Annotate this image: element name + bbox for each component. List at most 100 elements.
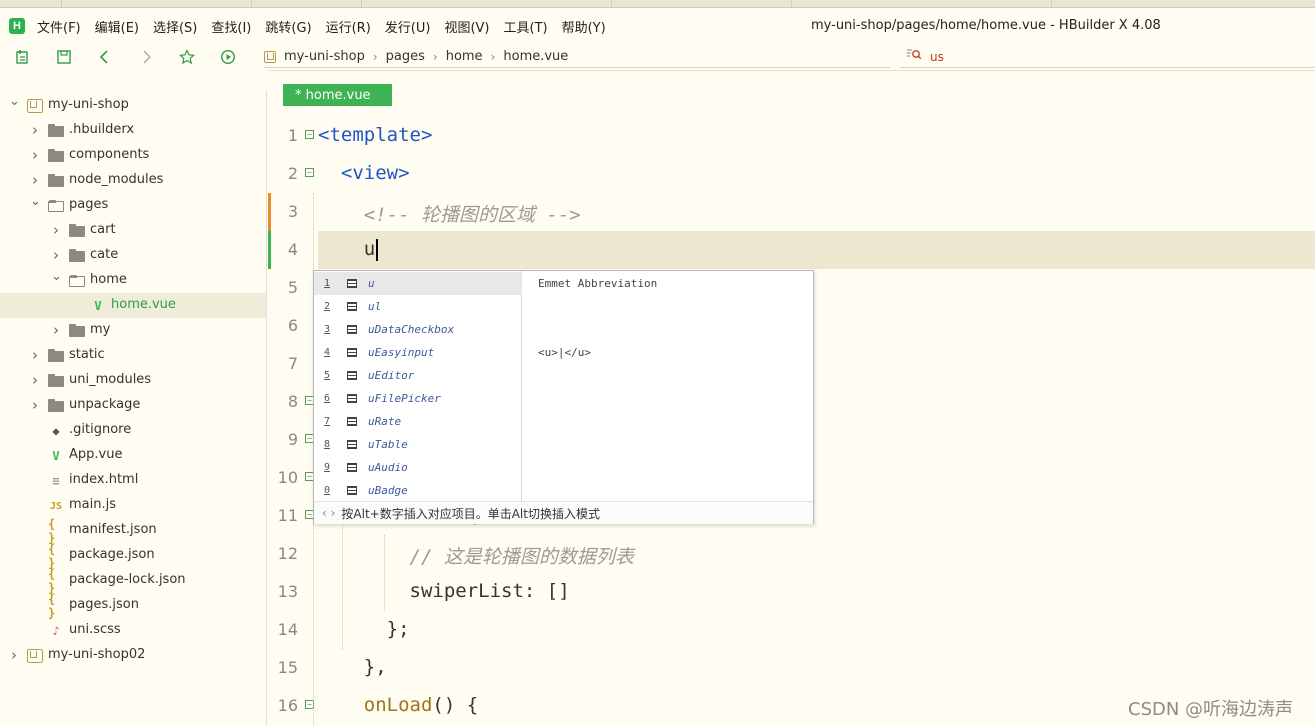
tree-item[interactable]: › my: [0, 318, 266, 343]
tree-item[interactable]: ⌄ pages: [0, 193, 266, 218]
menu-item[interactable]: 编辑(E): [95, 17, 139, 36]
folder-icon: [48, 174, 64, 187]
tree-item[interactable]: ◆ .gitignore: [0, 418, 266, 443]
new-file-icon[interactable]: [14, 48, 32, 66]
json-file-icon: { }: [48, 592, 56, 620]
star-icon[interactable]: [178, 48, 196, 66]
suggestion-item[interactable]: 8 uTable: [314, 433, 522, 456]
suggestion-item[interactable]: 4 uEasyinput: [314, 341, 522, 364]
fold-toggle-icon[interactable]: −: [305, 168, 314, 177]
chevron-right-icon[interactable]: ›: [51, 321, 61, 339]
tree-item[interactable]: Vhome.vue: [0, 293, 266, 318]
tree-item[interactable]: JS main.js: [0, 493, 266, 518]
line-number: 5: [287, 278, 298, 297]
chevron-right-icon[interactable]: ›: [30, 121, 40, 139]
tree-item[interactable]: { } pages.json: [0, 592, 266, 620]
menu-item[interactable]: 查找(I): [211, 17, 251, 36]
suggestion-item[interactable]: 0 uBadge: [314, 479, 522, 502]
chevron-right-icon[interactable]: ›: [30, 346, 40, 364]
breadcrumb-item[interactable]: home.vue: [503, 49, 568, 64]
window-top-strip: [0, 0, 1315, 8]
suggestion-item[interactable]: 9 uAudio: [314, 456, 522, 479]
fold-toggle-icon[interactable]: −: [305, 130, 314, 139]
tree-item[interactable]: { } package.json: [0, 542, 266, 570]
tree-item[interactable]: › cart: [0, 218, 266, 243]
page-nav-icon[interactable]: ‹ ›: [322, 506, 335, 520]
tree-item[interactable]: › .hbuilderx: [0, 118, 266, 143]
code-line[interactable]: 2− <view>: [268, 155, 1315, 193]
suggestion-item[interactable]: 5 uEditor: [314, 364, 522, 387]
tree-item[interactable]: ⌄ my-uni-shop: [0, 93, 266, 118]
save-icon[interactable]: [55, 48, 73, 66]
tree-item[interactable]: › cate: [0, 243, 266, 268]
code-line[interactable]: 15 },: [268, 649, 1315, 687]
tree-item[interactable]: ♪ uni.scss: [0, 618, 266, 643]
tree-item[interactable]: ≡ index.html: [0, 468, 266, 493]
tab-home-vue[interactable]: * home.vue: [283, 84, 392, 106]
suggestion-item[interactable]: 1u: [314, 272, 522, 295]
suggestion-item[interactable]: 3 uDataCheckbox: [314, 318, 522, 341]
chevron-right-icon[interactable]: ›: [9, 646, 19, 664]
suggestion-item[interactable]: 6 uFilePicker: [314, 387, 522, 410]
tree-item-label: main.js: [69, 497, 116, 512]
search-box[interactable]: us: [900, 46, 1315, 68]
chevron-right-icon[interactable]: ›: [51, 246, 61, 264]
tree-item[interactable]: › my-uni-shop02: [0, 643, 266, 668]
menu-item[interactable]: 选择(S): [153, 17, 197, 36]
code-line[interactable]: 14 };: [268, 611, 1315, 649]
tree-item-label: manifest.json: [69, 522, 157, 537]
folder-icon: [48, 349, 64, 362]
run-icon[interactable]: [219, 48, 237, 66]
breadcrumb-item[interactable]: home: [446, 49, 483, 64]
menu-item[interactable]: 跳转(G): [265, 17, 311, 36]
chevron-right-icon[interactable]: ›: [30, 396, 40, 414]
tree-item[interactable]: ⌄ home: [0, 268, 266, 293]
suggestion-item[interactable]: 7 uRate: [314, 410, 522, 433]
menu-item[interactable]: 工具(T): [504, 17, 548, 36]
line-number: 11: [277, 506, 298, 525]
suggestion-label: ul: [368, 300, 382, 313]
search-icon: [906, 48, 926, 65]
suggestion-label: uRate: [368, 415, 402, 428]
window-title: my-uni-shop/pages/home/home.vue - HBuild…: [811, 18, 1161, 33]
chevron-down-icon[interactable]: ⌄: [30, 194, 41, 209]
menu-item[interactable]: 文件(F): [37, 17, 81, 36]
line-number: 2: [287, 164, 298, 183]
forward-icon[interactable]: [137, 48, 155, 66]
tree-item-label: cart: [90, 222, 116, 237]
breadcrumb-item[interactable]: my-uni-shop: [284, 49, 365, 64]
code-line[interactable]: 3 <!-- 轮播图的区域 -->: [268, 193, 1315, 231]
suggestion-item[interactable]: 2 ul: [314, 295, 522, 318]
code-text: swiperList: []: [318, 580, 570, 602]
chevron-right-icon[interactable]: ›: [30, 171, 40, 189]
menu-item[interactable]: 发行(U): [385, 17, 431, 36]
search-input[interactable]: us: [930, 50, 944, 64]
breadcrumb-item[interactable]: pages: [386, 49, 425, 64]
chevron-down-icon[interactable]: ⌄: [9, 94, 20, 109]
tree-item[interactable]: › static: [0, 343, 266, 368]
tree-item[interactable]: V App.vue: [0, 443, 266, 468]
chevron-right-icon[interactable]: ›: [51, 221, 61, 239]
chevron-right-icon[interactable]: ›: [30, 146, 40, 164]
hbuilderx-window: H 文件(F) 编辑(E) 选择(S) 查找(I) 跳转(G) 运行(R) 发行(U) 视图(…: [0, 0, 1315, 726]
menu-item[interactable]: 运行(R): [326, 17, 371, 36]
tree-item[interactable]: › node_modules: [0, 168, 266, 193]
chevron-down-icon[interactable]: ⌄: [51, 269, 62, 284]
tree-item[interactable]: › components: [0, 143, 266, 168]
code-text: // 这是轮播图的数据列表: [318, 542, 634, 569]
breadcrumb: my-uni-shop › pages › home › home.vue: [264, 46, 890, 68]
chevron-right-icon[interactable]: ›: [30, 371, 40, 389]
code-line[interactable]: 13 swiperList: []: [268, 573, 1315, 611]
tree-item[interactable]: { } manifest.json: [0, 517, 266, 545]
code-line[interactable]: 1− <template>: [268, 117, 1315, 155]
tree-item[interactable]: { } package-lock.json: [0, 567, 266, 595]
back-icon[interactable]: [96, 48, 114, 66]
suggestion-hint: 按Alt+数字插入对应项目。单击Alt切换插入模式: [341, 506, 600, 521]
code-line[interactable]: 4 u: [288, 231, 1315, 269]
menu-item[interactable]: 视图(V): [444, 17, 489, 36]
code-line[interactable]: 12 // 这是轮播图的数据列表: [268, 535, 1315, 573]
tree-item[interactable]: › unpackage: [0, 393, 266, 418]
suggestion-label: uTable: [368, 438, 408, 451]
tree-item[interactable]: › uni_modules: [0, 368, 266, 393]
menu-item[interactable]: 帮助(Y): [562, 17, 606, 36]
